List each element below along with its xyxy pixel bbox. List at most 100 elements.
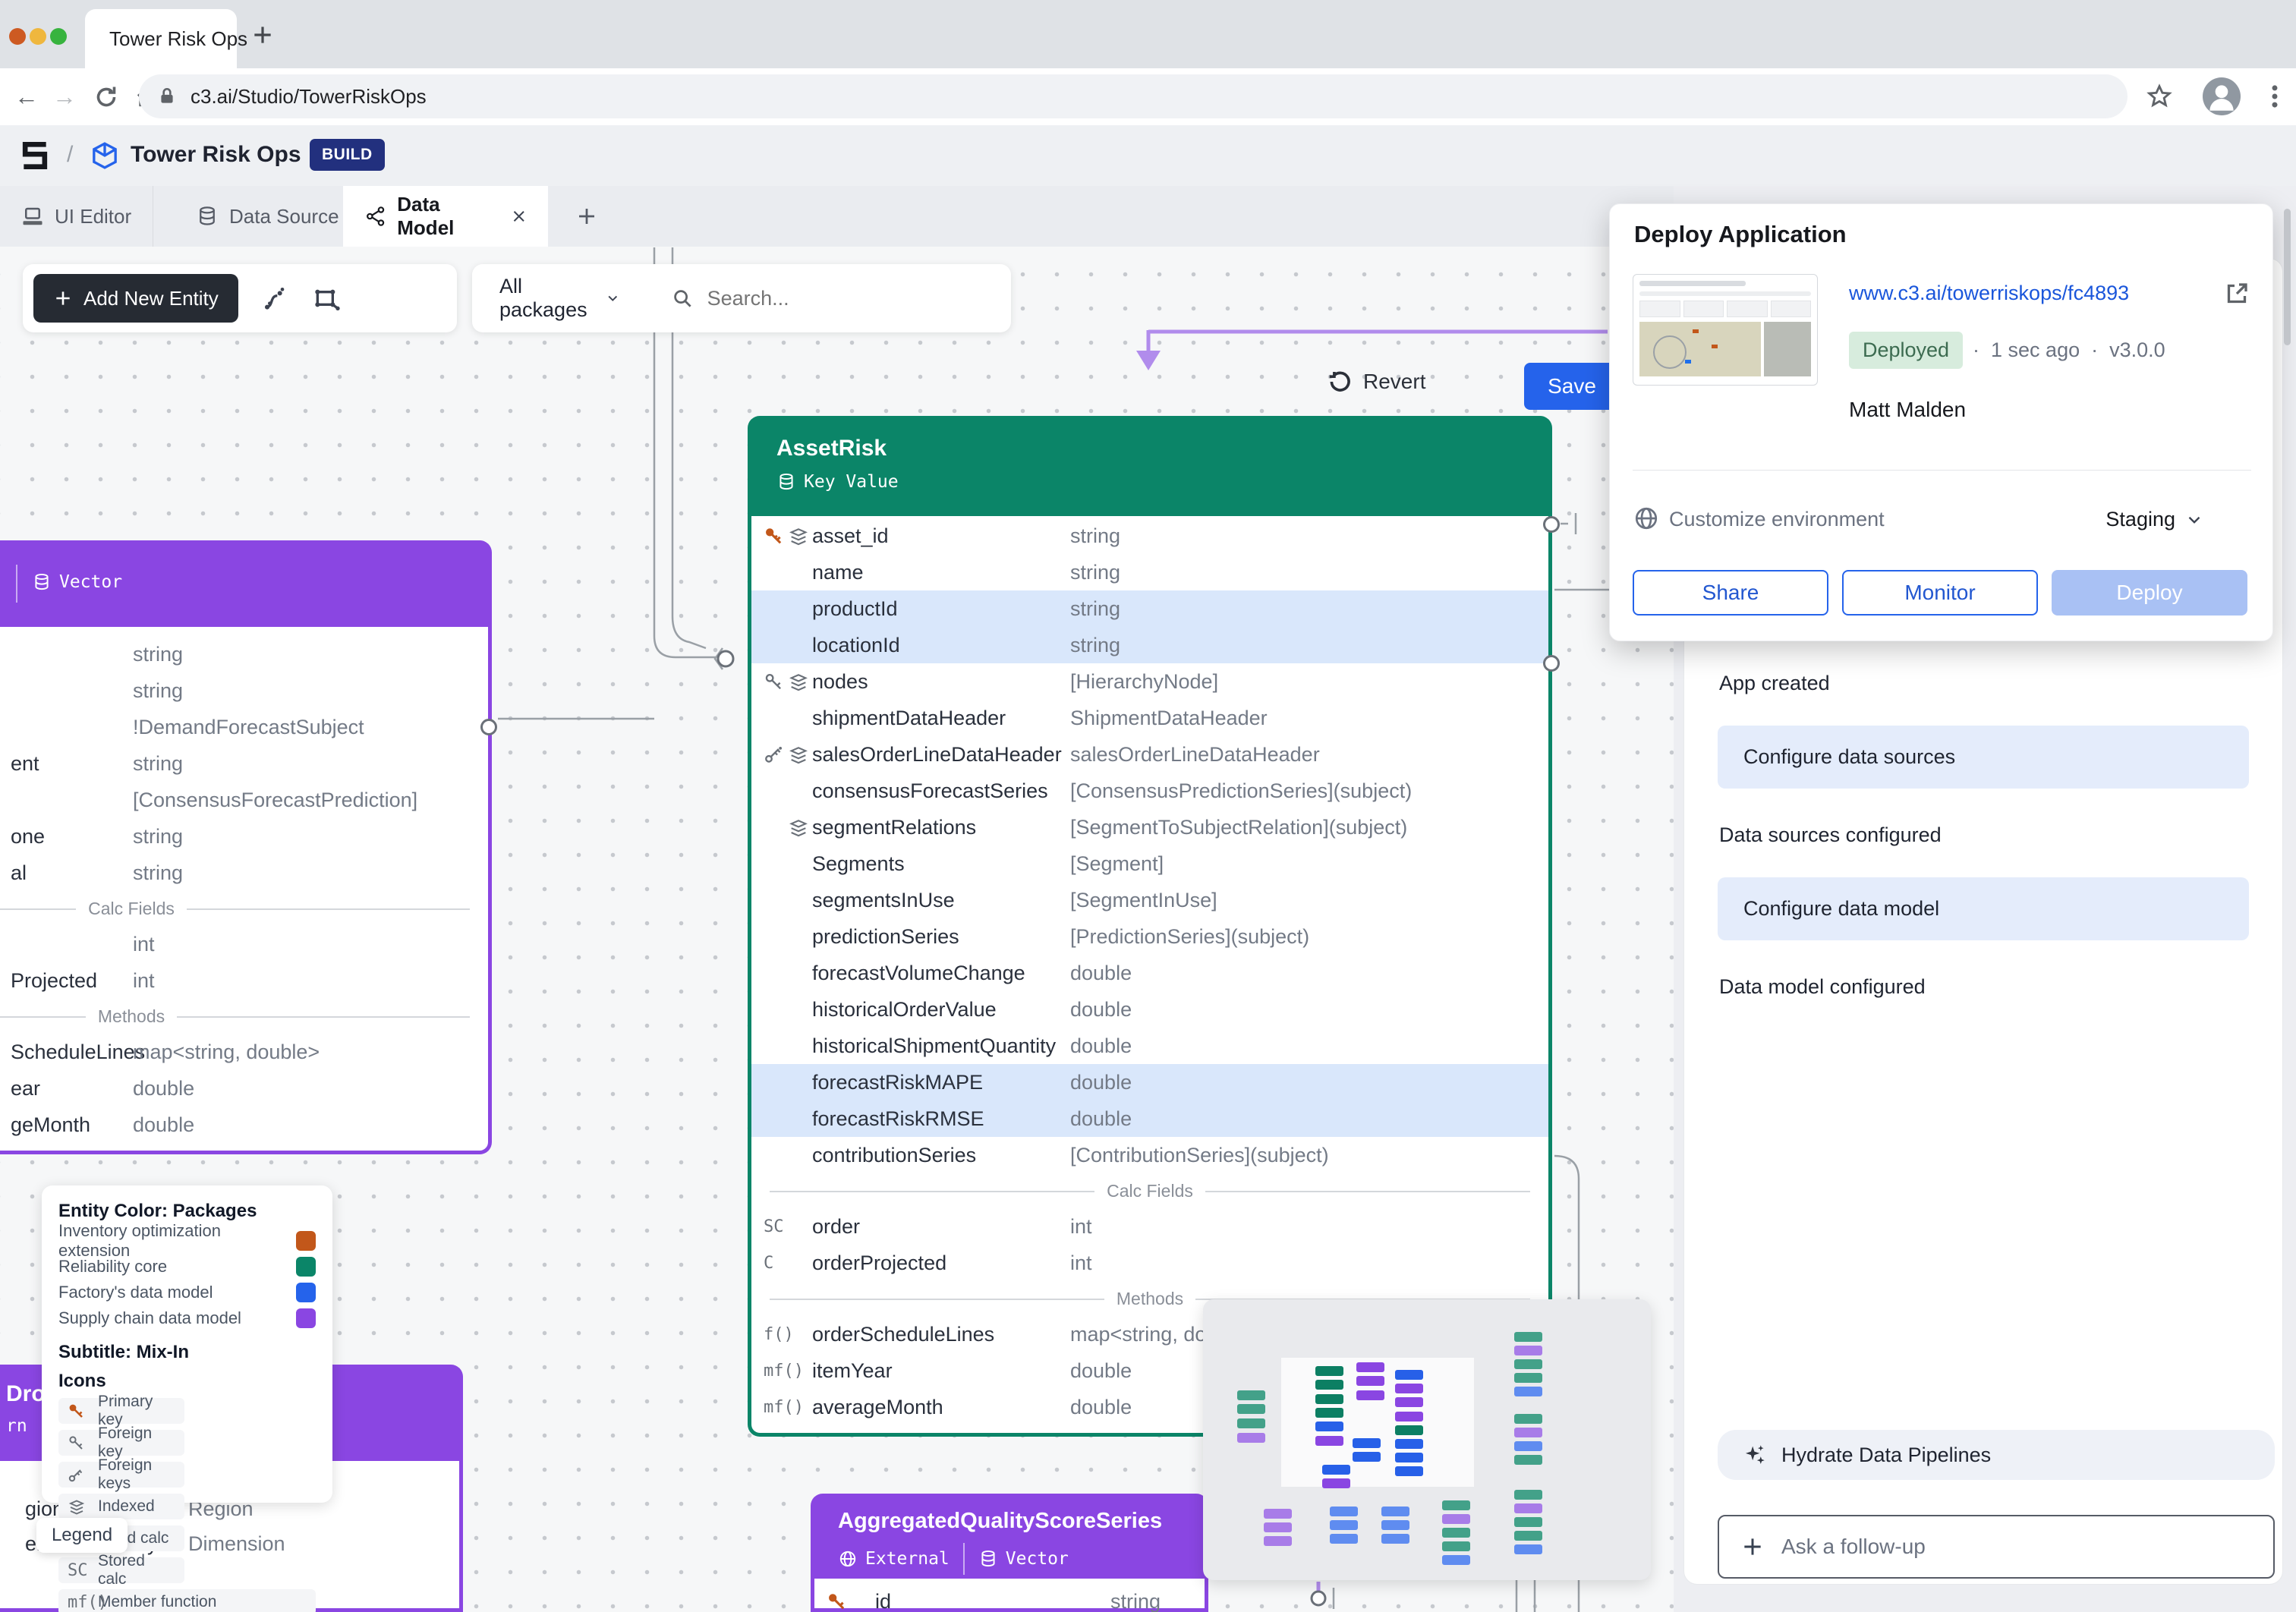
field-icon: [764, 744, 788, 765]
zoom-window-button[interactable]: [50, 28, 67, 45]
entity-asset-risk[interactable]: AssetRisk Key Value asset_id string n: [748, 416, 1552, 1437]
field-row[interactable]: locationId string: [751, 627, 1548, 663]
field-row[interactable]: int: [0, 926, 488, 962]
connector-port[interactable]: [1543, 655, 1560, 672]
field-row[interactable]: [ConsensusForecastPrediction]: [0, 782, 488, 818]
tab-data-model[interactable]: Data Model: [343, 186, 548, 247]
forward-button[interactable]: →: [47, 79, 82, 114]
field-row[interactable]: alstring: [0, 855, 488, 891]
field-row[interactable]: entstring: [0, 745, 488, 782]
method-row[interactable]: ScheduleLinesmap<string, double>: [0, 1034, 488, 1070]
follow-up-input[interactable]: [1780, 1534, 2252, 1560]
color-swatch: [296, 1231, 316, 1251]
field-row[interactable]: historicalOrderValue double: [751, 991, 1548, 1028]
minimap-entity-bar: [1395, 1397, 1423, 1407]
close-tab-icon[interactable]: [511, 208, 527, 225]
tab-data-source[interactable]: Data Source: [175, 186, 361, 247]
follow-up-input-box[interactable]: [1718, 1515, 2275, 1579]
minimap[interactable]: [1203, 1299, 1651, 1580]
popup-monitor-button[interactable]: Monitor: [1842, 570, 2038, 616]
field-row[interactable]: asset_id string: [751, 518, 1548, 554]
minimap-entity-bar: [1356, 1362, 1384, 1372]
back-button[interactable]: ←: [9, 79, 44, 114]
method-row[interactable]: eardouble: [0, 1070, 488, 1107]
entity-header[interactable]: Vector: [0, 540, 492, 627]
add-new-entity-button[interactable]: Add New Entity: [33, 274, 238, 323]
field-row[interactable]: segmentRelations [SegmentToSubjectRelati…: [751, 809, 1548, 845]
field-row[interactable]: salesOrderLineDataHeader salesOrderLineD…: [751, 736, 1548, 773]
packages-filter-dropdown[interactable]: All packages: [472, 264, 648, 332]
legend-chip: mf() Member function: [58, 1589, 316, 1612]
bookmark-star-icon[interactable]: [2145, 82, 2174, 111]
reload-button[interactable]: [93, 83, 120, 111]
save-button[interactable]: Save: [1524, 363, 1620, 410]
new-tab-button[interactable]: [250, 23, 275, 47]
hydrate-pipelines-action[interactable]: Hydrate Data Pipelines: [1718, 1430, 2275, 1480]
field-row[interactable]: forecastVolumeChange double: [751, 955, 1548, 991]
field-row[interactable]: string: [0, 636, 488, 672]
legend-chip-icon: mf(): [68, 1593, 90, 1612]
field-row[interactable]: predictionSeries [PredictionSeries](subj…: [751, 918, 1548, 955]
field-row[interactable]: SC order int: [751, 1208, 1548, 1245]
browser-menu-icon[interactable]: [2260, 82, 2289, 111]
entity-vector-partial[interactable]: Vector stringstring!DemandForecastSubjec…: [0, 540, 492, 1154]
method-row[interactable]: geMonthdouble: [0, 1107, 488, 1143]
field-row[interactable]: productId string: [751, 590, 1548, 627]
field-row[interactable]: Segments [Segment]: [751, 845, 1548, 882]
minimap-entity-bar: [1395, 1384, 1423, 1393]
legend-panel: Entity Color: Packages Inventory optimiz…: [42, 1185, 332, 1503]
field-list: asset_id string name string productId st…: [751, 518, 1548, 1173]
scrollbar-thumb[interactable]: [2284, 209, 2291, 345]
entity-search[interactable]: [648, 286, 1020, 311]
field-row[interactable]: nodes [HierarchyNode]: [751, 663, 1548, 700]
field-icon: [788, 817, 812, 838]
environment-dropdown[interactable]: Staging: [2105, 508, 2204, 531]
deployed-app-link[interactable]: www.c3.ai/towerriskops/fc4893: [1849, 282, 2129, 305]
connector-port[interactable]: [1543, 516, 1560, 533]
field-row[interactable]: historicalShipmentQuantity double: [751, 1028, 1548, 1064]
calc-fields-separator: Calc Fields: [0, 891, 488, 926]
revert-button[interactable]: Revert: [1327, 369, 1425, 395]
close-window-button[interactable]: [9, 28, 26, 45]
url-bar[interactable]: c3.ai/Studio/TowerRiskOps: [139, 74, 2128, 118]
field-row[interactable]: forecastRiskMAPE double: [751, 1064, 1548, 1100]
field-icon: [788, 744, 812, 765]
avatar[interactable]: [2203, 77, 2241, 115]
field-row[interactable]: onestring: [0, 818, 488, 855]
auto-layout-icon[interactable]: [311, 283, 342, 313]
search-input[interactable]: [706, 286, 997, 311]
auto-connect-icon[interactable]: [260, 283, 290, 313]
field-row[interactable]: segmentsInUse [SegmentInUse]: [751, 882, 1548, 918]
methods-separator: Methods: [0, 999, 488, 1034]
minimap-entity-bar: [1381, 1507, 1409, 1516]
minimize-window-button[interactable]: [30, 28, 46, 45]
field-row[interactable]: shipmentDataHeader ShipmentDataHeader: [751, 700, 1548, 736]
field-row[interactable]: string: [0, 672, 488, 709]
database-icon: [196, 205, 219, 228]
field-row[interactable]: !DemandForecastSubject: [0, 709, 488, 745]
entity-aggregated-quality-score-series[interactable]: AggregatedQualityScoreSeries External Ve…: [811, 1494, 1208, 1612]
minimap-entity-bar: [1264, 1522, 1292, 1532]
deployment-status-badge: Deployed: [1849, 332, 1963, 369]
field-row[interactable]: consensusForecastSeries [ConsensusPredic…: [751, 773, 1548, 809]
entity-header[interactable]: AggregatedQualityScoreSeries External Ve…: [811, 1494, 1208, 1579]
popup-deploy-button[interactable]: Deploy: [2052, 570, 2247, 616]
entity-header[interactable]: AssetRisk Key Value: [748, 416, 1552, 516]
popup-share-button[interactable]: Share: [1633, 570, 1828, 616]
field-row[interactable]: forecastRiskRMSE double: [751, 1100, 1548, 1137]
minimap-entity-bar: [1514, 1503, 1542, 1513]
field-row[interactable]: contributionSeries [ContributionSeries](…: [751, 1137, 1548, 1173]
minimap-entity-bar: [1356, 1390, 1384, 1400]
browser-tab[interactable]: Tower Risk Ops: [85, 9, 237, 68]
entity-body: stringstring!DemandForecastSubjectentstr…: [0, 627, 492, 1154]
calc-fields-separator: Calc Fields: [751, 1173, 1548, 1208]
field-row[interactable]: id string: [814, 1583, 1205, 1612]
legend-toggle-button[interactable]: Legend: [36, 1518, 128, 1553]
add-tab-button[interactable]: [575, 205, 598, 228]
external-link-icon[interactable]: [2223, 280, 2250, 307]
field-row[interactable]: C orderProjected int: [751, 1245, 1548, 1281]
field-row[interactable]: Projectedint: [0, 962, 488, 999]
field-row[interactable]: name string: [751, 554, 1548, 590]
tab-ui-editor[interactable]: UI Editor: [0, 186, 153, 247]
c3-logo[interactable]: [18, 139, 52, 172]
